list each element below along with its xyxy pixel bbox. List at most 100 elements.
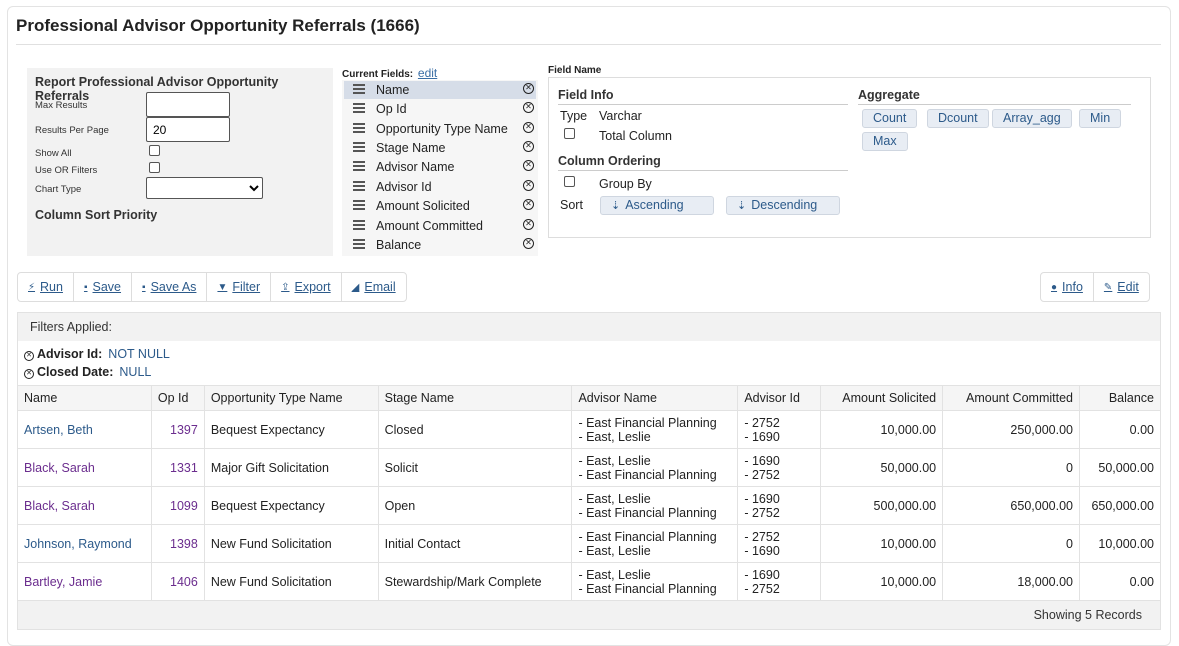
ascending-label: Ascending [625,198,684,212]
aggregate-array-agg-button[interactable]: Array_agg [992,109,1072,128]
remove-field-icon[interactable]: ✕ [523,180,534,191]
edit-button[interactable]: ✎ Edit [1094,273,1149,301]
save-as-button[interactable]: ▪ Save As [132,273,208,301]
remove-filter-icon[interactable]: ✕ [24,351,34,361]
save-button[interactable]: ▪ Save [74,273,133,301]
column-header-opportunity-type[interactable]: Opportunity Type Name [203,385,379,411]
drag-handle-icon[interactable] [353,84,365,94]
field-item[interactable]: Advisor Name ✕ [344,158,536,176]
op-id-link[interactable]: 1406 [150,562,205,601]
drag-handle-icon[interactable] [353,200,365,210]
advisor-name-line: - East, Leslie [578,429,651,444]
run-button[interactable]: ⚡ Run [18,273,74,301]
advisor-id-line: - 2752 [744,505,780,520]
sort-ascending-button[interactable]: ⇣ Ascending [600,196,714,215]
group-by-checkbox[interactable] [564,176,575,187]
aggregate-min-button[interactable]: Min [1079,109,1122,128]
report-toolbar: ⚡ Run ▪ Save ▪ Save As ▼ Filter ⇪ Export ◢ Ema… [17,272,407,302]
filter-button[interactable]: ▼ Filter [207,273,272,301]
type-label: Type [560,109,588,123]
chart-type-select[interactable] [146,177,263,199]
export-button[interactable]: ⇪ Export [271,273,342,301]
filter-value[interactable]: NULL [119,365,151,379]
remove-field-icon[interactable]: ✕ [523,122,534,133]
column-header-op-id[interactable]: Op Id [150,385,205,411]
remove-field-icon[interactable]: ✕ [523,141,534,152]
amount-solicited-cell: 10,000.00 [820,562,944,601]
column-header-balance[interactable]: Balance [1078,385,1162,411]
column-header-amount-committed[interactable]: Amount Committed [942,385,1080,411]
op-id-link[interactable]: 1397 [150,410,205,449]
aggregate-max-button[interactable]: Max [862,132,908,151]
drag-handle-icon[interactable] [353,239,365,249]
current-fields-text: Current Fields: [342,69,414,80]
field-item[interactable]: Amount Committed ✕ [344,217,536,235]
drag-handle-icon[interactable] [353,103,365,113]
advisor-id-cell: - 1690- 2752 [737,448,822,487]
email-button[interactable]: ◢ Email [342,273,406,301]
field-item[interactable]: Stage Name ✕ [344,139,536,157]
name-link[interactable]: Black, Sarah [17,448,152,487]
aggregate-heading: Aggregate [858,88,920,102]
amount-solicited-cell: 10,000.00 [820,410,944,449]
remove-field-icon[interactable]: ✕ [523,238,534,249]
drag-handle-icon[interactable] [353,142,365,152]
remove-field-icon[interactable]: ✕ [523,219,534,230]
column-header-stage-name[interactable]: Stage Name [377,385,573,411]
export-icon: ⇪ [281,281,290,293]
email-label: Email [364,280,396,294]
field-name: Stage Name [376,141,446,155]
sort-descending-button[interactable]: ⇣ Descending [726,196,840,215]
name-link[interactable]: Johnson, Raymond [17,524,152,563]
max-results-input[interactable] [146,92,230,117]
field-item[interactable]: Name ✕ [344,81,536,99]
filter-label: Filter [232,280,261,294]
type-value: Varchar [599,109,642,123]
drag-handle-icon[interactable] [353,181,365,191]
field-item[interactable]: Op Id ✕ [344,100,536,118]
advisor-id-line: - 1690 [744,567,780,582]
info-button[interactable]: ● Info [1041,273,1094,301]
name-link[interactable]: Artsen, Beth [17,410,152,449]
op-id-link[interactable]: 1099 [150,486,205,525]
field-item[interactable]: Amount Solicited ✕ [344,197,536,215]
remove-filter-icon[interactable]: ✕ [24,369,34,379]
field-item[interactable]: Advisor Id ✕ [344,178,536,196]
column-header-advisor-name[interactable]: Advisor Name [571,385,739,411]
drag-handle-icon[interactable] [353,161,365,171]
bolt-icon: ⚡ [28,281,36,293]
field-item[interactable]: Opportunity Type Name ✕ [344,120,536,138]
drag-handle-icon[interactable] [353,123,365,133]
field-item[interactable]: Balance ✕ [344,236,536,254]
advisor-id-line: - 1690 [744,453,780,468]
advisor-name-cell: - East Financial Planning - East, Leslie [571,410,739,449]
show-all-checkbox[interactable] [149,145,160,156]
edit-fields-link[interactable]: edit [418,66,437,80]
sort-ascending-icon: ⇣ [611,200,621,212]
chart-type-label: Chart Type [35,184,82,195]
remove-field-icon[interactable]: ✕ [523,102,534,113]
aggregate-dcount-button[interactable]: Dcount [927,109,989,128]
remove-field-icon[interactable]: ✕ [523,160,534,171]
filter-value[interactable]: NOT NULL [108,347,170,361]
total-column-checkbox[interactable] [564,128,575,139]
use-or-filters-checkbox[interactable] [149,162,160,173]
column-header-name[interactable]: Name [17,385,152,411]
op-id-link[interactable]: 1331 [150,448,205,487]
filter-key: Closed Date: [37,365,114,379]
op-id-link[interactable]: 1398 [150,524,205,563]
name-link[interactable]: Bartley, Jamie [17,562,152,601]
advisor-id-line: - 2752 [744,581,780,596]
column-header-advisor-id[interactable]: Advisor Id [737,385,822,411]
remove-field-icon[interactable]: ✕ [523,199,534,210]
use-or-filters-label: Use OR Filters [35,165,98,176]
table-row: Johnson, Raymond 1398 New Fund Solicitat… [17,524,1162,563]
remove-field-icon[interactable]: ✕ [523,83,534,94]
name-link[interactable]: Black, Sarah [17,486,152,525]
aggregate-count-button[interactable]: Count [862,109,918,128]
amount-committed-cell: 18,000.00 [942,562,1080,601]
drag-handle-icon[interactable] [353,220,365,230]
results-per-page-input[interactable] [146,117,230,142]
field-name: Opportunity Type Name [376,122,508,136]
column-header-amount-solicited[interactable]: Amount Solicited [820,385,944,411]
